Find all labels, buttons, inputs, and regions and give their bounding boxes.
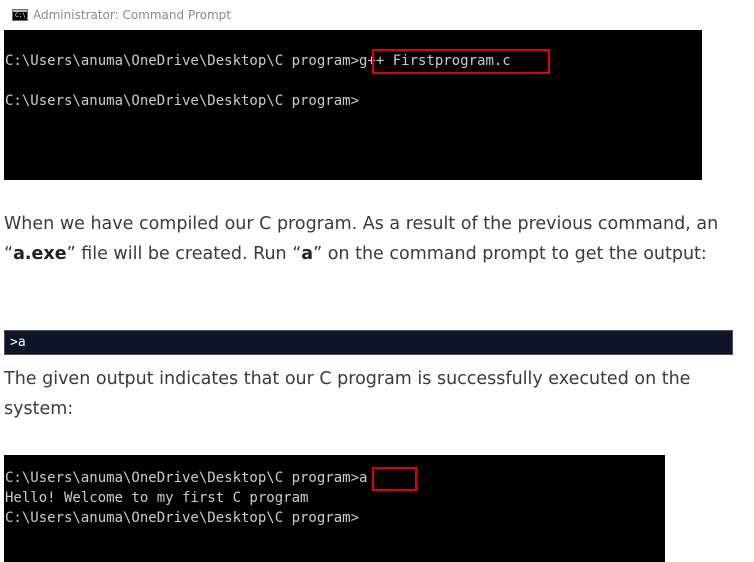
window-title: Administrator: Command Prompt <box>33 8 231 22</box>
terminal-output: Hello! Welcome to my first C program <box>5 490 309 506</box>
terminal-command: >a <box>350 470 368 486</box>
terminal-prompt: C:\Users\anuma\OneDrive\Desktop\C progra… <box>5 470 351 486</box>
bold-run-command: a <box>301 244 314 264</box>
terminal-run: C:\Users\anuma\OneDrive\Desktop\C progra… <box>4 455 665 562</box>
terminal-prompt: C:\Users\anuma\OneDrive\Desktop\C progra… <box>5 53 351 69</box>
instruction-paragraph: When we have compiled our C program. As … <box>4 209 739 269</box>
command-prompt-icon: C:\_ <box>12 9 30 21</box>
command-prompt-icon-glyph: C:\_ <box>15 12 30 19</box>
terminal-compile: C:\Users\anuma\OneDrive\Desktop\C progra… <box>4 30 702 180</box>
window-title-bar: C:\_ Administrator: Command Prompt <box>12 6 231 24</box>
terminal-line-1: C:\Users\anuma\OneDrive\Desktop\C progra… <box>5 468 367 488</box>
result-paragraph: The given output indicates that our C pr… <box>4 369 691 419</box>
paragraph-text-2: ” file will be created. Run “ <box>66 244 302 264</box>
code-block: >a <box>4 330 733 355</box>
terminal-line-2: C:\Users\anuma\OneDrive\Desktop\C progra… <box>5 93 360 109</box>
command-highlight-box <box>372 49 550 74</box>
command-highlight-box <box>372 467 417 491</box>
terminal-line-3: C:\Users\anuma\OneDrive\Desktop\C progra… <box>5 510 360 526</box>
bold-exe-name: a.exe <box>13 244 67 264</box>
paragraph-text-3: ” on the command prompt to get the outpu… <box>313 244 707 264</box>
